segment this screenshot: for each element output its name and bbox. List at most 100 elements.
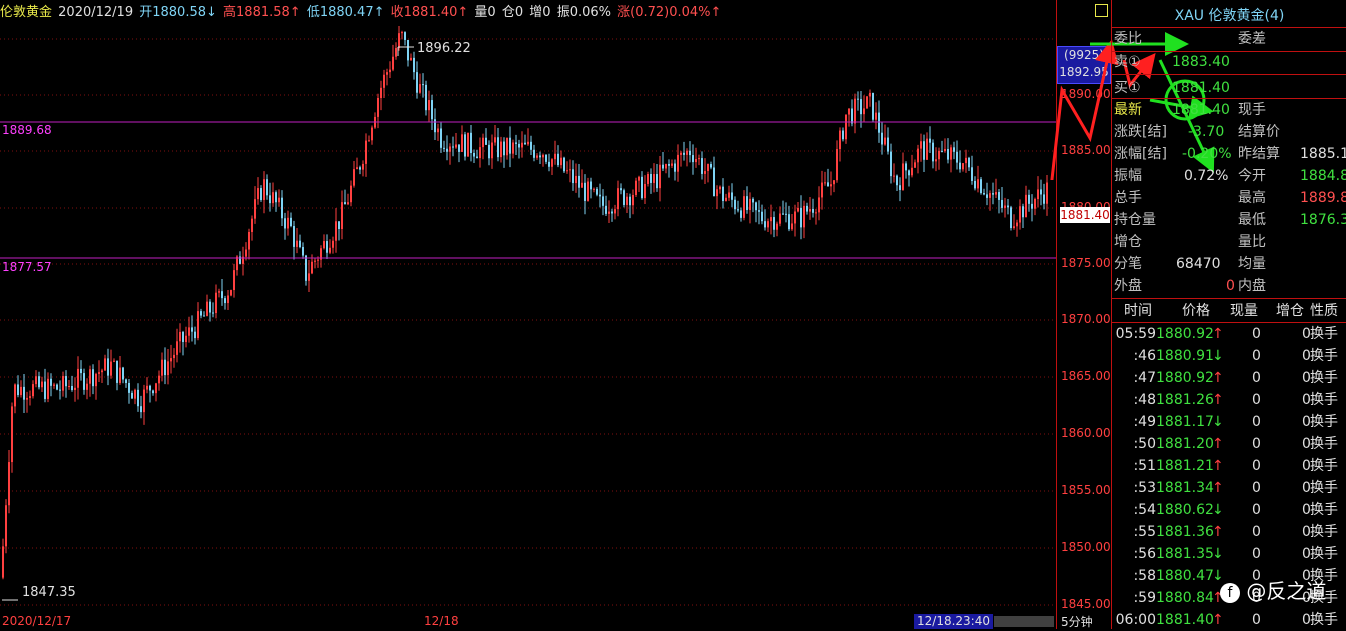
candle-body	[704, 171, 706, 174]
candle-body	[254, 199, 256, 219]
axis-tick-label: 1845.00	[1061, 597, 1111, 611]
candle-body	[359, 167, 361, 170]
tick-price: 1880.91	[1156, 348, 1214, 364]
row-chicang: 持仓量 最低 1876.3	[1114, 212, 1346, 228]
tick-price: 1880.84	[1156, 590, 1214, 606]
tick-row[interactable]: :49 1881.17 ↓ 0 0 换手	[1112, 411, 1345, 433]
header-low: 低1880.47↑	[306, 5, 385, 20]
candle-body	[296, 240, 298, 247]
candle-body	[935, 159, 937, 162]
period-label[interactable]: 5分钟	[1061, 613, 1093, 630]
candle-body	[59, 389, 61, 391]
candle-body	[17, 384, 19, 396]
candle-body	[989, 193, 991, 198]
candle-body	[206, 301, 208, 316]
candle-body	[410, 57, 412, 61]
tick-row[interactable]: 05:59 1880.92 ↑ 0 0 换手	[1112, 323, 1345, 345]
candle-body	[641, 176, 643, 199]
candle-body	[50, 378, 52, 386]
candle-body	[1043, 194, 1045, 204]
candle-body	[488, 144, 490, 159]
candle-body	[479, 147, 481, 159]
candle-body	[893, 175, 895, 177]
candle-body	[38, 376, 40, 388]
tick-row[interactable]: :54 1880.62 ↓ 0 0 换手	[1112, 499, 1345, 521]
row-buy[interactable]: 买① 1881.40	[1114, 77, 1345, 99]
candle-body	[560, 157, 562, 166]
candle-body	[104, 358, 106, 371]
candle-body	[89, 369, 91, 384]
candle-body	[326, 241, 328, 253]
row-sell[interactable]: 卖① 1883.40	[1114, 51, 1345, 73]
candle-body	[605, 205, 607, 214]
candle-body	[122, 367, 124, 380]
candle-body	[35, 376, 37, 385]
candle-body	[962, 163, 964, 170]
tick-time: 05:59	[1115, 326, 1156, 342]
header-date: 2020/12/19	[58, 5, 134, 20]
candlestick-chart[interactable]: 1889.68 1877.57 1896.22 1847.35	[0, 26, 1056, 614]
candle-body	[911, 167, 913, 176]
candle-body	[167, 361, 169, 376]
candle-body	[836, 149, 838, 181]
candle-body	[392, 56, 394, 70]
tick-nature: 换手	[1310, 414, 1338, 430]
candle-body	[944, 148, 946, 151]
candle-body	[860, 99, 862, 115]
candle-body	[149, 385, 151, 391]
tick-price: 1880.92	[1156, 326, 1214, 342]
candle-body	[1001, 199, 1003, 208]
candle-body	[776, 223, 778, 230]
candle-body	[863, 108, 865, 115]
candle-body	[110, 361, 112, 376]
tick-time: :53	[1133, 480, 1156, 496]
candle-body	[98, 372, 100, 374]
candle-body	[797, 207, 799, 212]
candle-body	[731, 192, 733, 200]
tick-row[interactable]: 06:00 1881.40 ↑ 0 0 换手	[1112, 609, 1345, 631]
candle-body	[443, 147, 445, 149]
horizontal-scrollbar[interactable]	[994, 616, 1054, 627]
candle-body	[491, 142, 493, 159]
candle-body	[875, 112, 877, 120]
candle-body	[764, 221, 766, 228]
tick-row[interactable]: :51 1881.21 ↑ 0 0 换手	[1112, 455, 1345, 477]
candle-body	[806, 205, 808, 212]
candle-body	[593, 188, 595, 190]
tick-row[interactable]: :48 1881.26 ↑ 0 0 换手	[1112, 389, 1345, 411]
candle-body	[635, 180, 637, 196]
tick-vol: 0	[1252, 502, 1261, 518]
tick-row[interactable]: :46 1880.91 ↓ 0 0 换手	[1112, 345, 1345, 367]
candle-body	[8, 462, 10, 506]
candle-body	[152, 390, 154, 394]
candle-body	[380, 87, 382, 98]
tick-row[interactable]: :53 1881.34 ↑ 0 0 换手	[1112, 477, 1345, 499]
candle-body	[236, 256, 238, 271]
candle-body	[503, 141, 505, 156]
watermark-text: @反之道	[1246, 579, 1327, 603]
candle-body	[881, 132, 883, 145]
candle-body	[41, 381, 43, 388]
candle-body	[146, 385, 148, 390]
candle-body	[80, 368, 82, 374]
candle-body	[107, 358, 109, 376]
candle-body	[383, 74, 385, 88]
candle-body	[1025, 194, 1027, 218]
candle-body	[674, 163, 676, 172]
candle-body	[746, 196, 748, 211]
candle-body	[578, 175, 580, 188]
candle-body	[1019, 206, 1021, 223]
settings-box-icon[interactable]	[1095, 4, 1108, 17]
tick-time: :55	[1133, 524, 1156, 540]
candle-body	[533, 149, 535, 158]
tick-row[interactable]: :55 1881.36 ↑ 0 0 换手	[1112, 521, 1345, 543]
tick-row[interactable]: :56 1881.35 ↓ 0 0 换手	[1112, 543, 1345, 565]
candle-body	[248, 231, 250, 250]
tick-row[interactable]: :47 1880.92 ↑ 0 0 换手	[1112, 367, 1345, 389]
tick-dir: ↑	[1212, 480, 1224, 496]
candle-body	[554, 153, 556, 160]
tick-dir: ↓	[1212, 348, 1224, 364]
tick-row[interactable]: :50 1881.20 ↑ 0 0 换手	[1112, 433, 1345, 455]
candle-body	[86, 383, 88, 390]
candle-body	[1010, 207, 1012, 229]
